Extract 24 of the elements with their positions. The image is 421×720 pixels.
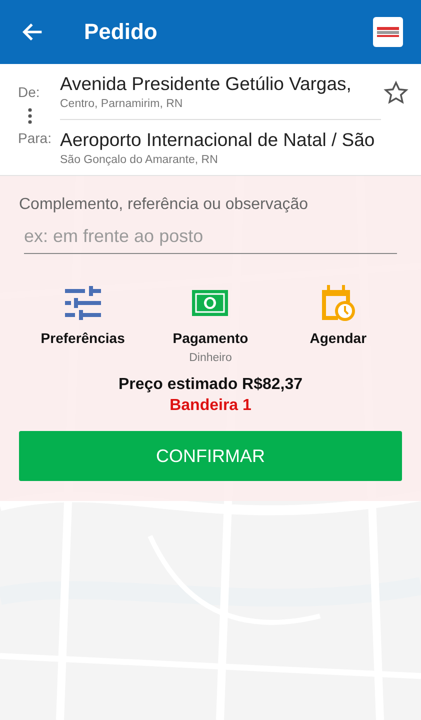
star-icon[interactable] xyxy=(383,80,409,106)
preferences-option[interactable]: Preferências xyxy=(19,284,147,364)
screen-title: Pedido xyxy=(84,19,158,45)
dots-icon xyxy=(28,108,32,124)
fare-flag-label: Bandeira 1 xyxy=(170,397,252,415)
note-input-field[interactable]: ex: em frente ao posto xyxy=(24,222,397,254)
from-label: De: xyxy=(17,84,40,100)
option-label: Preferências xyxy=(40,330,125,346)
origin-locality: Centro, Parnamirim, RN xyxy=(60,98,184,110)
sliders-icon xyxy=(64,286,101,320)
schedule-option[interactable]: Agendar xyxy=(274,284,402,364)
origin-address[interactable]: Avenida Presidente Getúlio Vargas, xyxy=(60,73,381,95)
to-label: Para: xyxy=(17,130,52,146)
estimated-price: Preço estimado R$82,37 xyxy=(118,376,303,394)
logo-icon xyxy=(373,17,403,47)
option-label: Pagamento xyxy=(172,330,248,346)
destination-locality: São Gonçalo do Amarante, RN xyxy=(60,154,219,166)
payment-option[interactable]: Pagamento Dinheiro xyxy=(146,284,274,364)
calendar-clock-icon xyxy=(320,284,356,322)
banknote-icon xyxy=(192,290,228,316)
option-label: Agendar xyxy=(310,330,367,346)
note-label: Complemento, referência ou observação xyxy=(19,196,310,214)
destination-address[interactable]: Aeroporto Internacional de Natal / São xyxy=(60,129,381,151)
option-detail: Dinheiro xyxy=(189,352,232,364)
